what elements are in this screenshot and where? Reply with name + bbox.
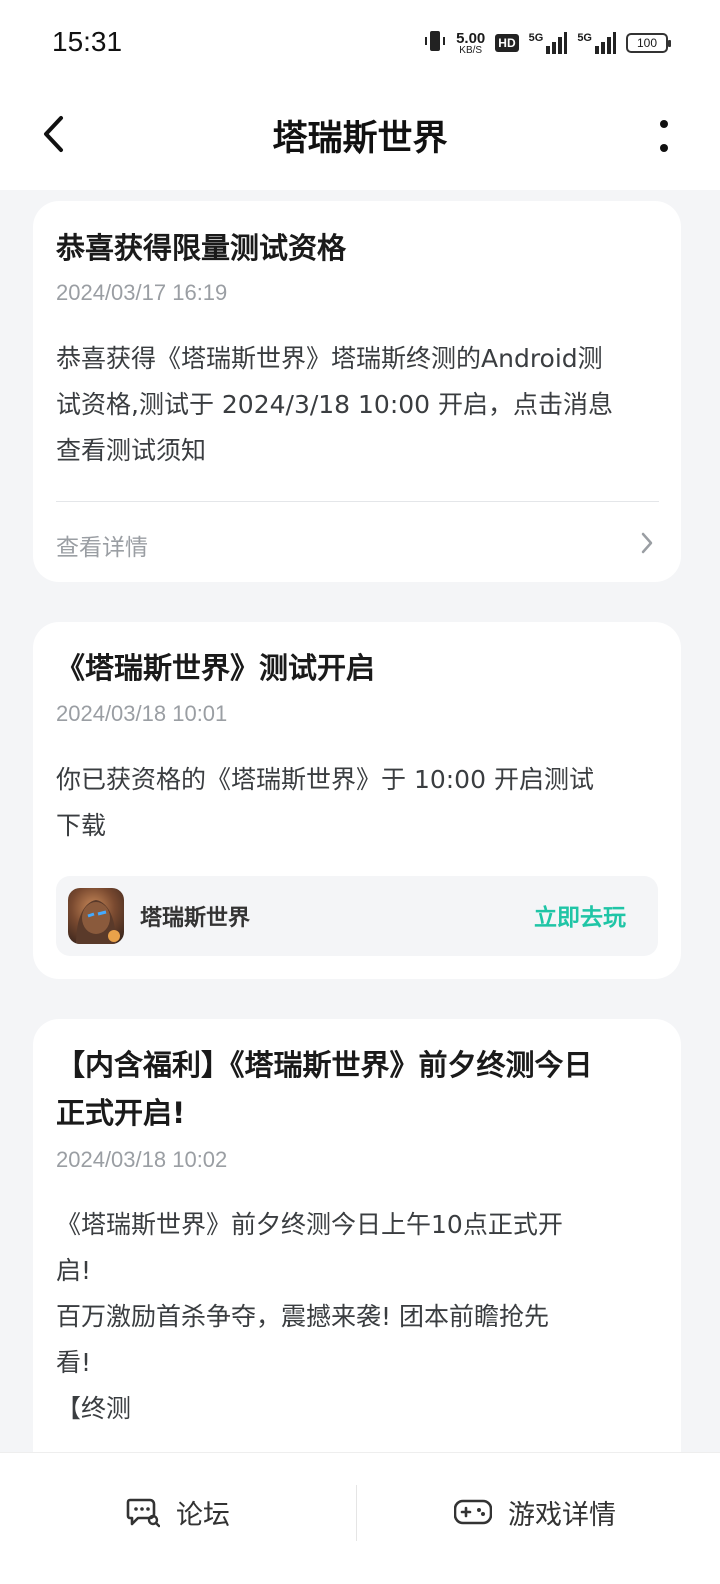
more-vertical-icon [660, 120, 668, 152]
forum-icon [126, 1498, 160, 1528]
hd-badge: HD [495, 34, 519, 52]
message-title: 恭喜获得限量测试资格 [56, 231, 347, 265]
message-card[interactable]: 恭喜获得限量测试资格 2024/03/17 16:19 恭喜获得《塔瑞斯世界》塔… [33, 201, 681, 582]
message-body: 《塔瑞斯世界》前夕终测今日上午10点正式开 启! 百万激励首杀争夺，震撼来袭! … [56, 1210, 563, 1423]
message-date: 2024/03/17 16:19 [56, 280, 228, 305]
gamepad-icon [454, 1499, 492, 1525]
message-title: 【内含福利】《塔瑞斯世界》前夕终测今日 正式开启! [56, 1041, 593, 1137]
status-bar: 15:31 5.00 KB/S HD 5G 5G 100 [0, 0, 720, 88]
game-detail-tab-label: 游戏详情 [508, 1499, 616, 1531]
game-name: 塔瑞斯世界 [140, 906, 251, 931]
network-speed: 5.00 KB/S [456, 29, 486, 56]
play-now-button[interactable]: 立即去玩 [534, 898, 626, 932]
nav-bar: 塔瑞斯世界 [0, 88, 720, 190]
forum-tab[interactable]: 论坛 [0, 1453, 356, 1571]
status-icons: 5.00 KB/S HD 5G 5G 100 [424, 28, 671, 58]
chevron-right-icon[interactable] [637, 531, 657, 555]
message-date: 2024/03/18 10:01 [56, 701, 228, 726]
message-date: 2024/03/18 10:02 [56, 1147, 228, 1172]
message-card[interactable]: 【内含福利】《塔瑞斯世界》前夕终测今日 正式开启! 2024/03/18 10:… [33, 1019, 681, 1479]
battery-icon: 100 [626, 33, 671, 53]
game-icon [68, 888, 124, 944]
message-title-line: 【内含福利】《塔瑞斯世界》前夕终测今日 [56, 1048, 593, 1082]
forum-tab-label: 论坛 [176, 1499, 230, 1531]
more-button[interactable] [652, 116, 676, 156]
message-body: 恭喜获得《塔瑞斯世界》塔瑞斯终测的Android测 试资格,测试于 2024/3… [56, 344, 614, 465]
signal-icon: 5G [529, 32, 568, 54]
status-time: 15:31 [52, 26, 123, 57]
signal-icon-2: 5G [577, 32, 616, 54]
bottom-bar: 论坛 游戏详情 [0, 1452, 720, 1584]
message-card[interactable]: 《塔瑞斯世界》测试开启 2024/03/18 10:01 你已获资格的《塔瑞斯世… [33, 622, 681, 979]
divider [56, 501, 659, 502]
view-details-link[interactable]: 查看详情 [56, 528, 148, 562]
message-title-line: 正式开启! [56, 1096, 186, 1130]
vibrate-icon [424, 29, 446, 57]
game-entry[interactable]: 塔瑞斯世界 立即去玩 [56, 876, 658, 956]
message-title: 《塔瑞斯世界》测试开启 [56, 651, 376, 685]
page-title: 塔瑞斯世界 [272, 119, 448, 159]
message-body: 你已获资格的《塔瑞斯世界》于 10:00 开启测试 下载 [56, 765, 594, 840]
game-detail-tab[interactable]: 游戏详情 [357, 1453, 713, 1571]
